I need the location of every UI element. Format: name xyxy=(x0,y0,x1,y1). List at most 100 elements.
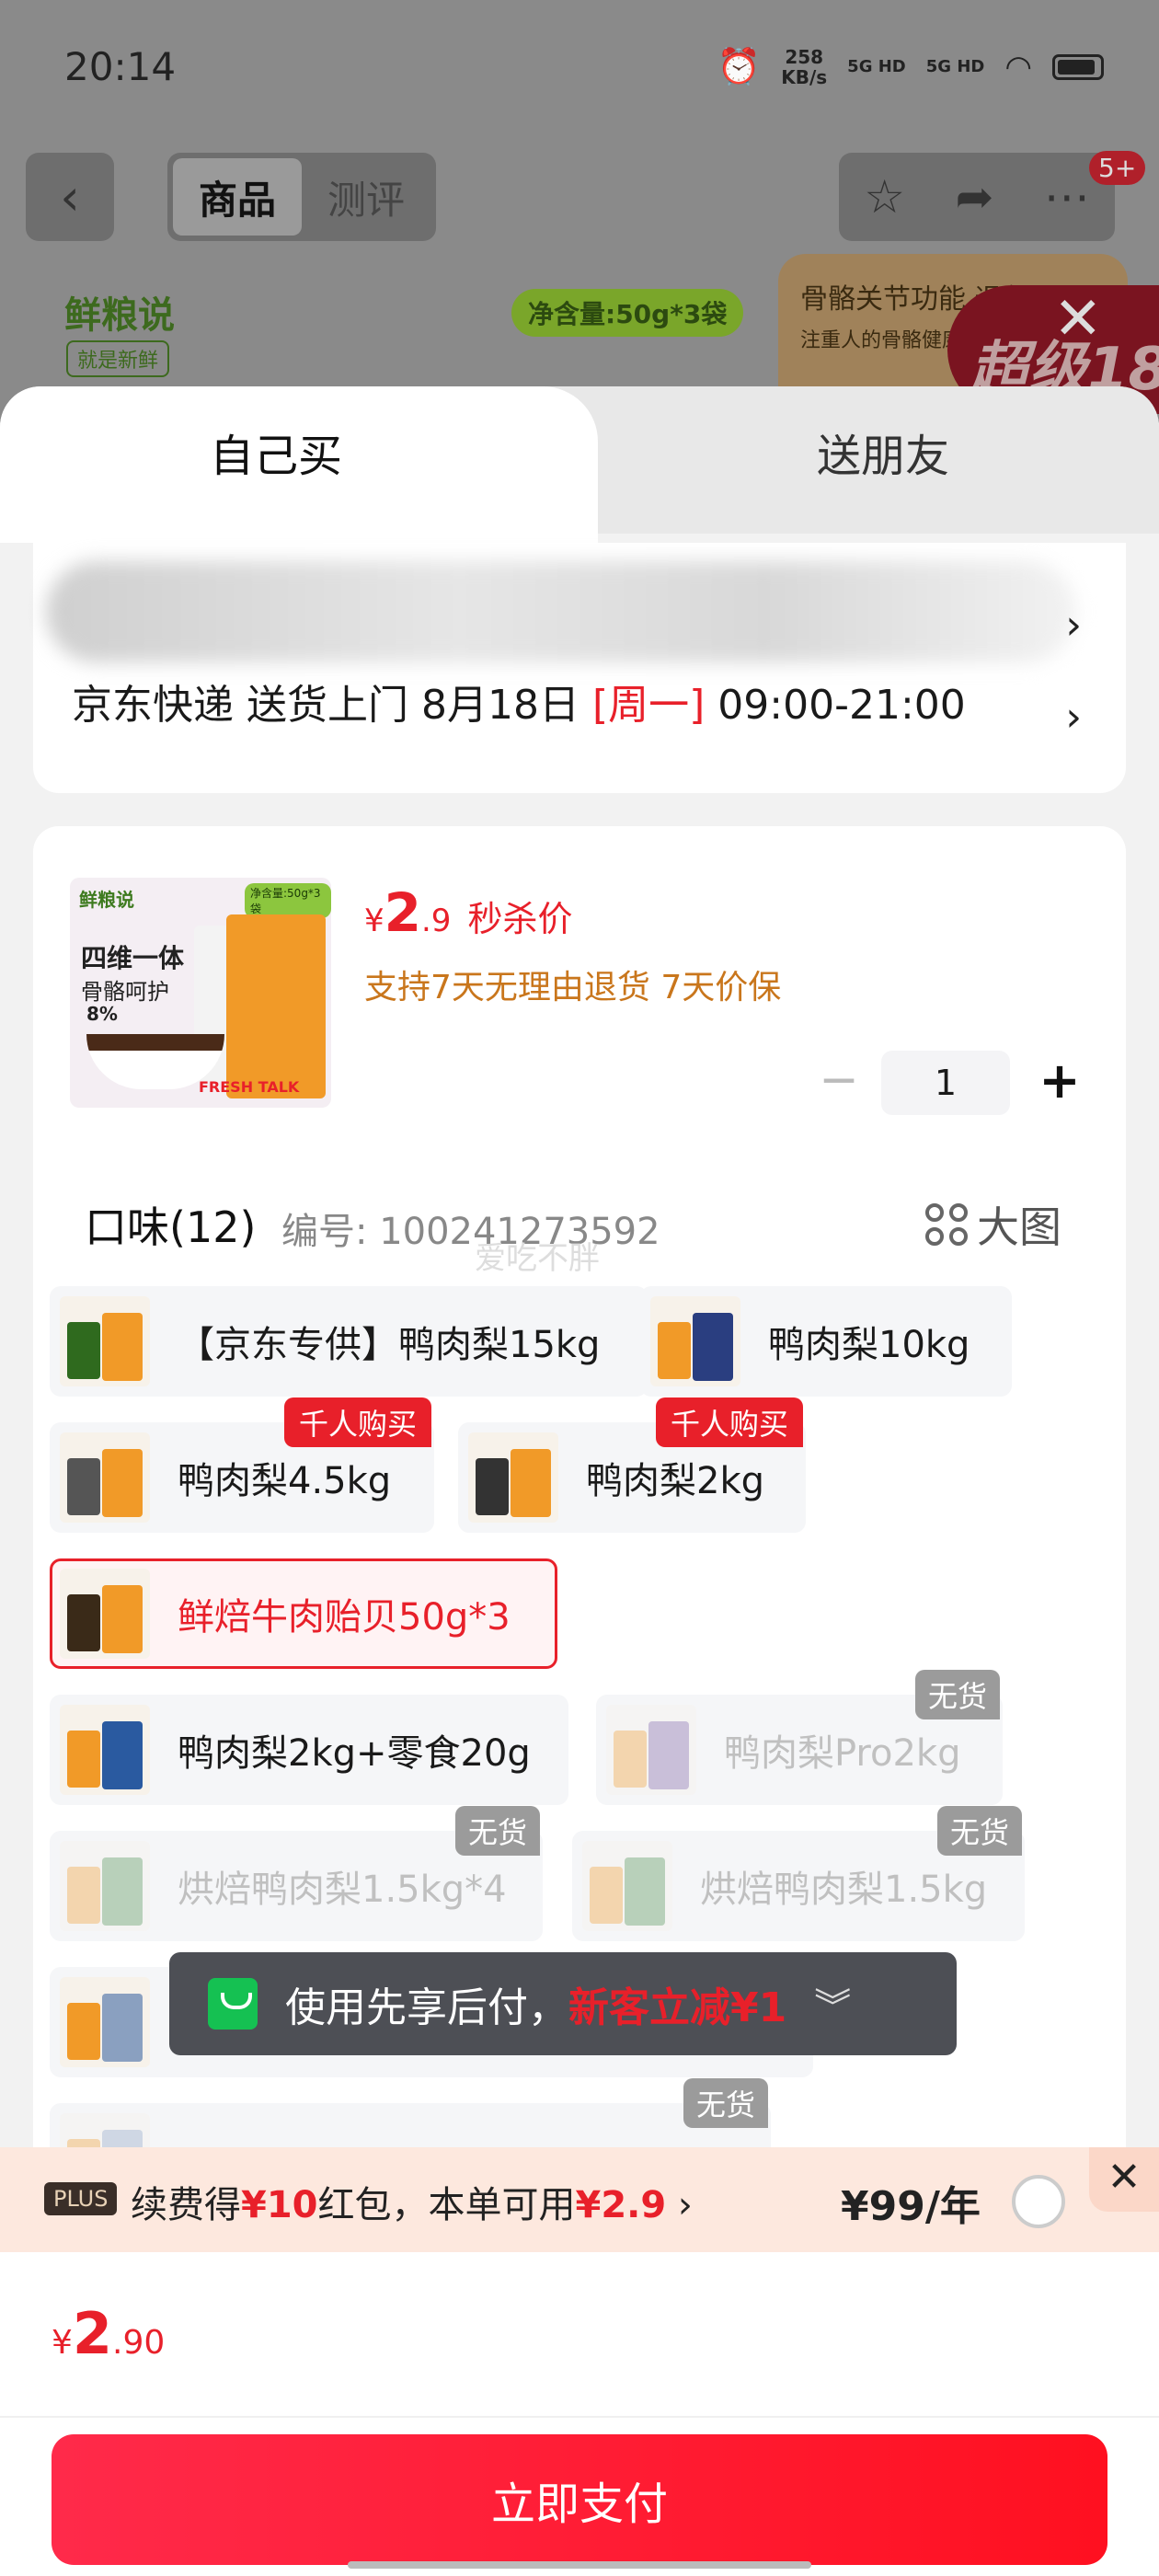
flavor-option[interactable]: 鸭肉梨2kg 千人购买 xyxy=(458,1397,806,1533)
big-picture-toggle[interactable]: 大图 xyxy=(925,1194,1061,1255)
chevron-left-icon: ‹ xyxy=(60,167,80,226)
quantity-input[interactable]: 1 xyxy=(881,1051,1010,1115)
status-time: 20:14 xyxy=(64,44,177,89)
flavor-option-label: 鸭肉梨2kg xyxy=(586,1460,765,1502)
product-price: ¥2.9 秒杀价 xyxy=(364,881,572,944)
flavor-option[interactable]: 烘焙鸭肉梨1.5kg*4 无货 xyxy=(50,1806,543,1941)
service-guarantee: 支持7天无理由退货 7天价保 xyxy=(364,969,782,1006)
home-indicator[interactable] xyxy=(348,2561,811,2569)
plus-usable-amount: ¥2.9 xyxy=(575,2184,667,2226)
address-card[interactable]: › 京东快递 送货上门 8月18日 [周一] 09:00-21:00 › xyxy=(33,543,1126,793)
watermark: 爱吃不胖 xyxy=(475,1240,600,1277)
tab-goods[interactable]: 商品 xyxy=(173,158,302,236)
network-speed: 258 KB/s xyxy=(781,47,827,87)
back-button[interactable]: ‹ xyxy=(26,153,114,241)
flavor-option[interactable]: 【京东专供】鸭肉梨15kg xyxy=(50,1286,648,1397)
flavor-option-thumbnail xyxy=(606,1705,696,1795)
wifi-icon: ◠ xyxy=(1004,48,1032,86)
flavor-option-label: 鸭肉梨4.5kg xyxy=(178,1460,392,1502)
flavor-option[interactable]: 鸭肉梨4.5kg 千人购买 xyxy=(50,1397,434,1533)
shopping-bag-icon xyxy=(208,1978,258,2030)
flavor-option-thumbnail xyxy=(60,1296,150,1386)
address-blurred xyxy=(46,561,1076,662)
net-weight-tag: 净含量:50g*3袋 xyxy=(511,289,744,337)
flavor-option-thumbnail xyxy=(60,1977,150,2067)
share-icon[interactable]: ➦ xyxy=(955,170,993,224)
plus-red-packet: ¥10 xyxy=(241,2184,318,2226)
delivery-info[interactable]: 京东快递 送货上门 8月18日 [周一] 09:00-21:00 xyxy=(72,672,966,730)
more-icon[interactable]: ⋯ xyxy=(1044,170,1090,224)
pay-later-text: 使用先享后付， xyxy=(285,1984,568,2031)
out-of-stock-badge: 无货 xyxy=(936,1806,1022,1856)
pay-later-banner[interactable]: 使用先享后付， 新客立减¥1 ︾ xyxy=(169,1952,957,2055)
grid-icon xyxy=(925,1203,968,1246)
quantity-decrease-button[interactable]: − xyxy=(811,1054,866,1110)
product-image[interactable]: 鲜粮说 净含量:50g*3袋 四维一体 骨骼呵护 8% FRESH TALK xyxy=(70,878,331,1108)
status-icons: ⏰ 258 KB/s 5G HD 5G HD ◠ xyxy=(717,46,1104,87)
tab-self[interactable]: 自己买 xyxy=(0,420,552,484)
product-image-subtitle: 骨骼呵护 xyxy=(81,979,169,1005)
flavor-option-label: 鲜焙牛肉贻贝50g*3 xyxy=(178,1596,511,1639)
quantity-increase-button[interactable]: + xyxy=(1032,1051,1087,1115)
status-bar: 20:14 ⏰ 258 KB/s 5G HD 5G HD ◠ xyxy=(0,0,1159,147)
chevron-right-icon[interactable]: › xyxy=(1065,602,1082,649)
flavor-option-label: 【京东专供】鸭肉梨15kg xyxy=(178,1324,601,1366)
battery-icon xyxy=(1052,53,1104,80)
alarm-icon: ⏰ xyxy=(717,46,762,86)
divider xyxy=(0,2416,1159,2418)
flavor-option[interactable]: 鸭肉梨10kg xyxy=(640,1286,1012,1397)
product-image-logo: 鲜粮说 xyxy=(79,889,134,911)
out-of-stock-badge: 无货 xyxy=(914,1670,1000,1719)
delivery-day: [周一] xyxy=(591,682,706,729)
pay-later-discount: 新客立减¥1 xyxy=(568,1984,787,2031)
close-icon[interactable]: ✕ xyxy=(1053,290,1103,349)
message-badge: 5+ xyxy=(1089,151,1146,185)
price-decimal: .9 xyxy=(421,903,452,939)
product-image-title: 四维一体 xyxy=(81,943,185,973)
plus-offer-text: 续费得¥10红包，本单可用¥2.9 › xyxy=(131,2175,693,2228)
delivery-text: 京东快递 送货上门 8月18日 xyxy=(72,682,592,729)
flavor-option[interactable]: 鸭肉梨2kg+零食20g xyxy=(50,1695,568,1805)
signal-2-label: 5G HD xyxy=(925,57,985,76)
close-icon[interactable]: ✕ xyxy=(1089,2147,1159,2212)
total-currency: ¥ xyxy=(52,2324,73,2362)
product-image-bag-orange xyxy=(226,914,326,1098)
flavor-option-thumbnail xyxy=(60,1432,150,1523)
star-icon[interactable]: ☆ xyxy=(864,170,905,224)
plus-membership-bar[interactable]: PLUS 续费得¥10红包，本单可用¥2.9 › ¥99/年 ✕ xyxy=(0,2147,1159,2252)
double-chevron-down-icon[interactable]: ︾ xyxy=(814,1977,851,2030)
network-speed-unit: KB/s xyxy=(781,65,828,88)
plus-chevron: › xyxy=(666,2184,693,2226)
flavor-option[interactable]: 烘焙鸭肉梨1.5kg 无货 xyxy=(572,1806,1025,1941)
flavor-option-label: 鸭肉梨2kg+零食20g xyxy=(178,1732,531,1775)
popular-badge: 千人购买 xyxy=(655,1397,803,1447)
flavor-option-thumbnail xyxy=(582,1841,672,1931)
flavor-option-label: 烘焙鸭肉梨1.5kg xyxy=(700,1869,988,1911)
big-picture-label: 大图 xyxy=(977,1202,1061,1252)
plus-text-a: 续费得 xyxy=(131,2184,241,2226)
flavor-option[interactable]: 鲜焙牛肉贻贝50g*3 xyxy=(50,1558,557,1669)
price-integer: 2 xyxy=(384,881,421,944)
total-integer: 2 xyxy=(72,2300,113,2367)
top-tabs: 商品 测评 xyxy=(167,153,436,241)
pay-now-button[interactable]: 立即支付 xyxy=(52,2434,1107,2565)
tab-gift[interactable]: 送朋友 xyxy=(644,420,1122,484)
brand-slogan: 就是新鲜 xyxy=(66,340,170,377)
flavor-option-thumbnail xyxy=(60,1841,150,1931)
plus-badge: PLUS xyxy=(44,2182,118,2215)
total-price: ¥2.90 xyxy=(52,2300,165,2367)
tab-review[interactable]: 测评 xyxy=(302,158,430,236)
background-product-page: 20:14 ⏰ 258 KB/s 5G HD 5G HD ◠ ‹ 商品 测评 ☆… xyxy=(0,0,1159,423)
flavor-option[interactable]: 鸭肉梨Pro2kg 无货 xyxy=(596,1670,1003,1805)
flavor-option-thumbnail xyxy=(468,1432,558,1523)
brand-logo: 鲜粮说 xyxy=(64,294,175,337)
price-tag: 秒杀价 xyxy=(467,899,573,939)
flavor-option-thumbnail xyxy=(60,1705,150,1795)
checkout-footer: ¥2.90 立即支付 xyxy=(0,2252,1159,2576)
flavor-option-label: 鸭肉梨10kg xyxy=(768,1324,970,1366)
chevron-right-icon[interactable]: › xyxy=(1065,694,1082,741)
plus-select-radio[interactable] xyxy=(1012,2175,1065,2228)
popular-badge: 千人购买 xyxy=(283,1397,431,1447)
flavor-title: 口味(12) xyxy=(85,1202,257,1252)
purchase-mode-tabs: 自己买 送朋友 xyxy=(0,386,1159,543)
